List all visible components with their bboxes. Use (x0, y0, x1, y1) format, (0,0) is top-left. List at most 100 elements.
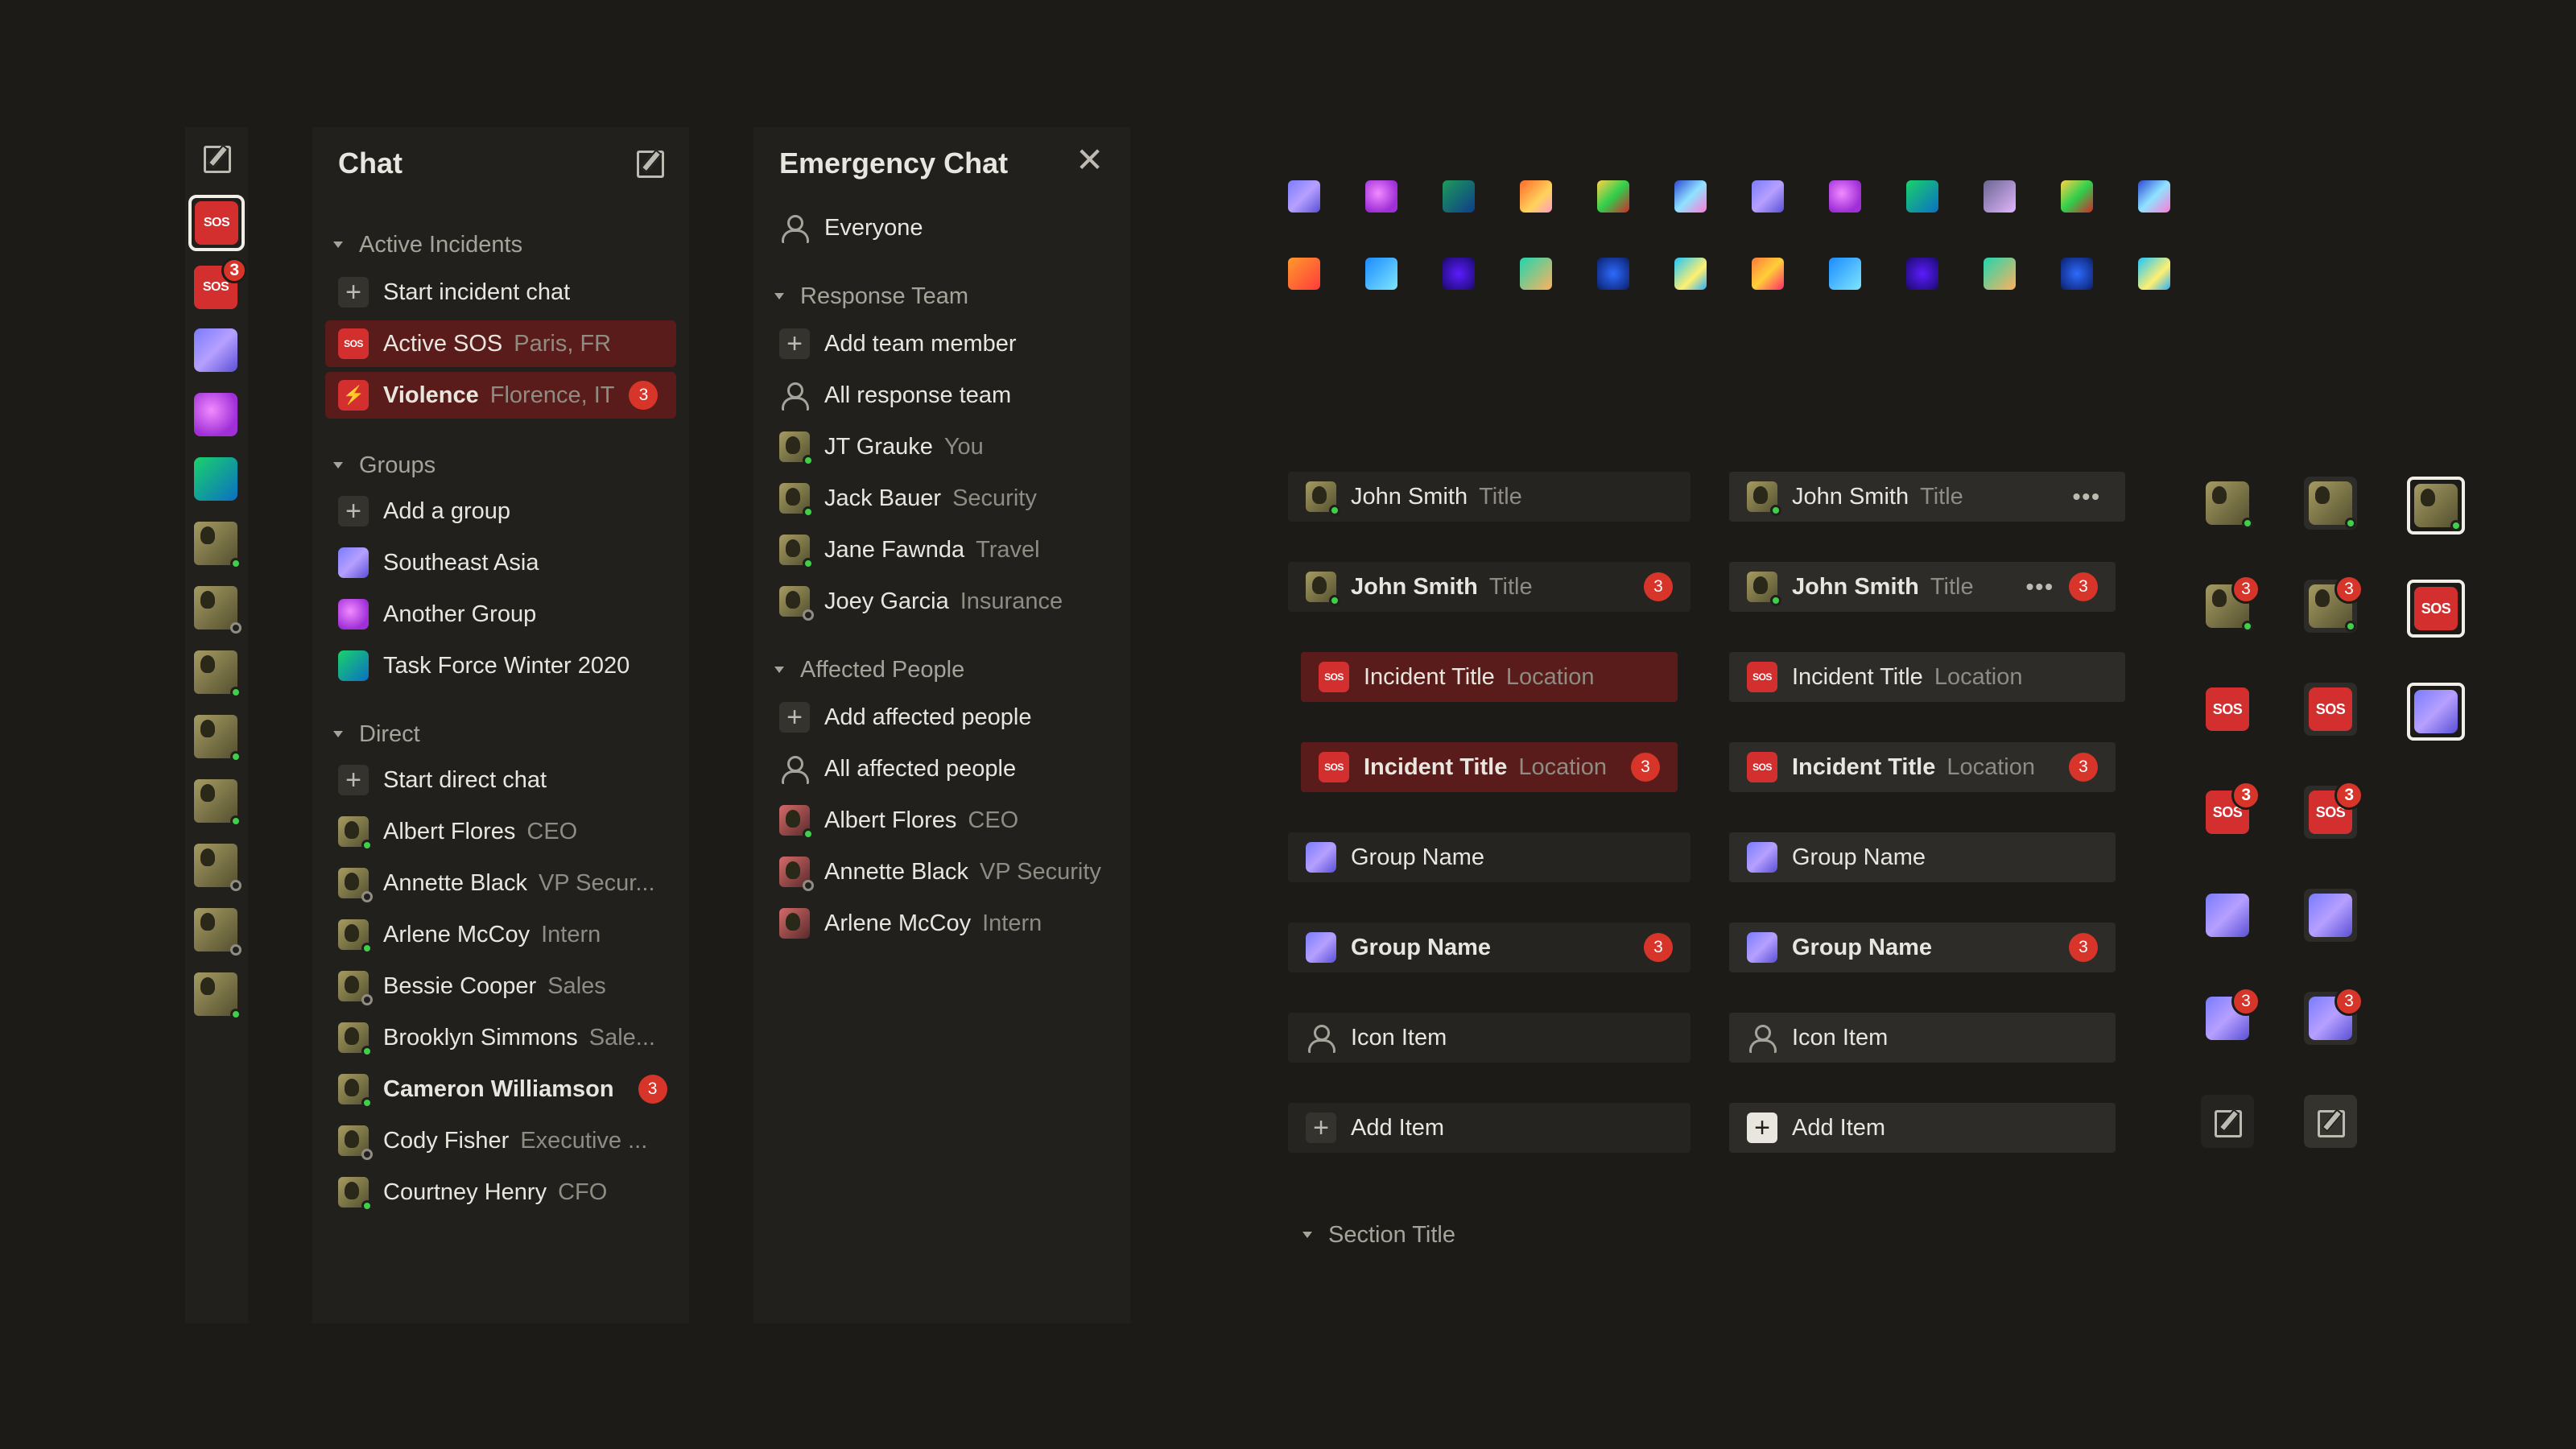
list-item-incident[interactable]: SOS Incident Title Location (1301, 652, 1678, 702)
group-item[interactable]: Task Force Winter 2020 (338, 642, 630, 689)
all-affected-people[interactable]: All affected people (779, 745, 1016, 792)
contact-item[interactable]: Brooklyn Simmons Sale... (338, 1014, 655, 1061)
section-direct[interactable]: Direct (328, 716, 420, 752)
rail-avatar-1[interactable] (194, 522, 242, 569)
contact-item[interactable]: Courtney Henry CFO (338, 1169, 607, 1216)
tile-compose-hover[interactable] (2304, 1095, 2357, 1148)
all-response-team[interactable]: All response team (779, 372, 1011, 419)
affected-person[interactable]: Albert Flores CEO (779, 797, 1018, 844)
close-icon[interactable]: ✕ (1075, 143, 1104, 177)
list-item-add[interactable]: + Add Item (1288, 1103, 1690, 1153)
tile-sos[interactable]: SOS (2201, 683, 2254, 736)
rail-avatar-6[interactable] (194, 844, 242, 891)
more-options-icon[interactable]: ••• (2026, 574, 2054, 600)
swatch (2138, 258, 2170, 290)
tile-avatar-hover[interactable] (2304, 477, 2357, 530)
more-options-icon[interactable]: ••• (2073, 484, 2101, 510)
list-item-icon[interactable]: Icon Item (1288, 1013, 1690, 1063)
tile-group-badged-hover[interactable]: 3 (2304, 987, 2363, 1045)
contact-item[interactable]: Bessie Cooper Sales (338, 963, 606, 1009)
section-title-component[interactable]: Section Title (1298, 1217, 1455, 1253)
rail-avatar-4[interactable] (194, 715, 242, 762)
rail-avatar-8[interactable] (194, 972, 242, 1020)
start-incident-chat[interactable]: + Start incident chat (338, 269, 570, 316)
row-label: Brooklyn Simmons (383, 1024, 578, 1051)
tile-avatar-badged[interactable]: 3 (2201, 575, 2260, 633)
list-item-group-unread[interactable]: Group Name 3 (1288, 923, 1690, 972)
tile-sos-badged[interactable]: SOS 3 (2201, 781, 2260, 839)
row-label: Add team member (824, 330, 1017, 357)
row-label: Arlene McCoy (824, 910, 972, 936)
avatar (338, 971, 373, 1005)
tile-sos-badged-hover[interactable]: SOS 3 (2304, 781, 2363, 839)
contact-item[interactable]: Albert Flores CEO (338, 808, 577, 855)
section-label: Affected People (800, 656, 965, 683)
rail-sos-active[interactable]: SOS (188, 195, 245, 251)
avatar (338, 816, 373, 851)
rail-avatar-2[interactable] (194, 586, 242, 634)
contact-item[interactable]: Arlene McCoy Intern (338, 911, 601, 958)
list-item-group-hover[interactable]: Group Name (1729, 832, 2116, 882)
unread-badge: 3 (221, 258, 247, 283)
list-item-group-unread-hover[interactable]: Group Name 3 (1729, 923, 2116, 972)
tile-sos-selected[interactable]: SOS (2407, 580, 2465, 638)
list-item-person-hover[interactable]: John Smith Title ••• (1729, 472, 2125, 522)
team-member[interactable]: Jack Bauer Security (779, 475, 1037, 522)
row-label: Start incident chat (383, 279, 571, 305)
row-sublabel: Florence, IT (489, 382, 615, 408)
section-affected-people[interactable]: Affected People (770, 652, 964, 687)
tile-group-hover[interactable] (2304, 889, 2357, 942)
section-active-incidents[interactable]: Active Incidents (328, 227, 522, 262)
affected-person[interactable]: Arlene McCoy Intern (779, 900, 1042, 947)
tile-avatar[interactable] (2201, 477, 2254, 530)
tile-avatar-selected[interactable] (2407, 477, 2465, 535)
contact-item[interactable]: Annette Black VP Secur... (338, 860, 655, 906)
list-item-add-hover[interactable]: + Add Item (1729, 1103, 2116, 1153)
team-member[interactable]: Jane Fawnda Travel (779, 526, 1040, 573)
tile-compose[interactable] (2201, 1095, 2254, 1148)
affected-person[interactable]: Annette Black VP Security (779, 848, 1101, 895)
item-label: Incident Title (1364, 753, 1508, 780)
new-chat-icon[interactable] (634, 147, 665, 178)
row-sublabel: Intern (982, 910, 1042, 936)
avatar (779, 908, 810, 939)
rail-avatar-3[interactable] (194, 650, 242, 698)
add-group[interactable]: + Add a group (338, 488, 510, 535)
sos-icon: SOS (195, 201, 238, 245)
swatch (1984, 258, 2016, 290)
tile-group-badged[interactable]: 3 (2201, 987, 2260, 1045)
compose-icon[interactable] (201, 142, 232, 173)
start-direct-chat[interactable]: + Start direct chat (338, 757, 547, 803)
group-item[interactable]: Another Group (338, 591, 536, 638)
tile-group[interactable] (2201, 889, 2254, 942)
list-item-group[interactable]: Group Name (1288, 832, 1690, 882)
list-item-person-unread-hover[interactable]: John Smith Title ••• 3 (1729, 562, 2116, 612)
tile-sos-hover[interactable]: SOS (2304, 683, 2357, 736)
list-item-icon-hover[interactable]: Icon Item (1729, 1013, 2116, 1063)
team-member[interactable]: Joey Garcia Insurance (779, 578, 1063, 625)
group-item[interactable]: Southeast Asia (338, 539, 539, 586)
list-item-person-unread[interactable]: John Smith Title 3 (1288, 562, 1690, 612)
team-member[interactable]: JT Grauke You (779, 423, 984, 470)
tile-group-selected[interactable] (2407, 683, 2465, 741)
tile-avatar-badged-hover[interactable]: 3 (2304, 575, 2363, 633)
section-groups[interactable]: Groups (328, 448, 436, 483)
list-item-incident-unread[interactable]: SOS Incident Title Location 3 (1301, 742, 1678, 792)
rail-group-3[interactable] (194, 457, 237, 501)
incident-active-sos[interactable]: SOS Active SOS Paris, FR (325, 320, 676, 367)
rail-sos-badged[interactable]: SOS 3 (194, 258, 247, 309)
list-item-incident-hover[interactable]: SOS Incident Title Location (1729, 652, 2125, 702)
everyone-item[interactable]: Everyone (779, 204, 923, 251)
rail-group-1[interactable] (194, 328, 237, 372)
add-affected-people[interactable]: + Add affected people (779, 694, 1031, 741)
list-item-incident-unread-hover[interactable]: SOS Incident Title Location 3 (1729, 742, 2116, 792)
add-team-member[interactable]: + Add team member (779, 320, 1017, 367)
contact-item[interactable]: Cameron Williamson 3 (338, 1066, 667, 1113)
rail-avatar-5[interactable] (194, 779, 242, 827)
contact-item[interactable]: Cody Fisher Executive ... (338, 1117, 647, 1164)
incident-violence[interactable]: ⚡ Violence Florence, IT 3 (325, 372, 676, 419)
rail-group-2[interactable] (194, 393, 237, 436)
section-response-team[interactable]: Response Team (770, 279, 968, 314)
rail-avatar-7[interactable] (194, 908, 242, 956)
list-item-person[interactable]: John Smith Title (1288, 472, 1690, 522)
